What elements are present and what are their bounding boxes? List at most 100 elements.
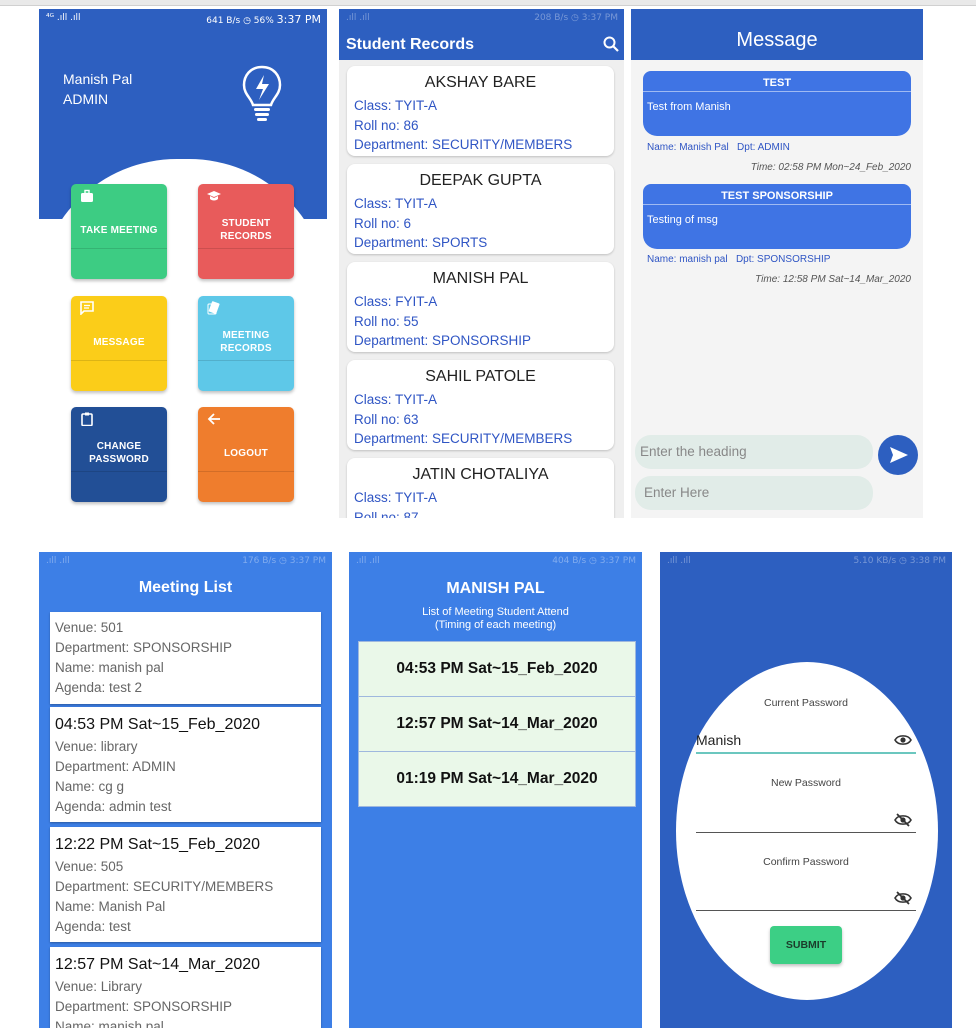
student-name: DEEPAK GUPTA [419,172,542,189]
meeting-department: Department: SPONSORSHIP [55,999,233,1014]
tile-label: MESSAGE [93,337,145,348]
meeting-timing[interactable]: 12:57 PM Sat~14_Mar_2020 [358,696,636,752]
subtitle-line: List of Meeting Student Attend [422,606,569,618]
student-card[interactable]: DEEPAK GUPTA Class: TYIT-A Roll no: 6 De… [347,164,614,254]
meeting-card[interactable]: 12:22 PM Sat~15_Feb_2020 Venue: 505 Depa… [50,827,321,942]
clock: 3:38 PM [909,556,946,566]
student-class: Class: TYIT-A [354,98,438,113]
chat-icon [80,301,94,315]
status-bar: .ıll .ıll 404 B/s ◷ 3:37 PM [349,552,642,570]
student-records-screen: .ıll .ıll 208 B/s ◷ 3:37 PM Student Reco… [339,9,624,518]
message-heading: TEST [762,77,792,89]
message-button[interactable]: MESSAGE [71,296,167,391]
change-password-button[interactable]: CHANGE PASSWORD [71,407,167,502]
signal-indicator: .ıll .ıll [346,13,370,23]
meeting-card[interactable]: Venue: 501 Department: SPONSORSHIP Name:… [50,612,321,704]
graduation-cap-icon [207,191,221,201]
student-card[interactable]: AKSHAY BARE Class: TYIT-A Roll no: 86 De… [347,66,614,156]
eye-off-icon[interactable] [894,813,912,827]
meeting-records-button[interactable]: MEETING RECORDS [198,296,294,391]
signal-indicator: .ıll .ıll [667,556,691,566]
timing-label: 12:57 PM Sat~14_Mar_2020 [396,715,598,732]
status-right: 641 B/s ◷ 56% 3:37 PM [206,13,321,26]
meeting-time: 12:57 PM Sat~14_Mar_2020 [55,956,261,973]
message-sender: Name: manish pal [647,254,728,265]
tile-label: CHANGE PASSWORD [89,441,149,465]
signal-indicator: ⁴ᴳ .ıll .ıll [46,13,81,23]
briefcase-icon [81,189,93,202]
tile-label: MEETING RECORDS [220,330,272,354]
student-department: Department: SPONSORSHIP [354,333,532,348]
confirm-password-field[interactable] [696,886,916,911]
heading-input[interactable]: Enter the heading [635,435,873,469]
signal-indicator: .ıll .ıll [356,556,380,566]
message-bubble: TEST Test from Manish [643,71,911,136]
clock: 3:37 PM [276,13,321,26]
dashboard-screen: ⁴ᴳ .ıll .ıll 641 B/s ◷ 56% 3:37 PM Manis… [39,9,327,518]
student-roll: Roll no: 87 [354,510,419,518]
meeting-time: 12:22 PM Sat~15_Feb_2020 [55,836,261,853]
meeting-timing[interactable]: 01:19 PM Sat~14_Mar_2020 [358,751,636,807]
network-speed: 404 B/s [552,556,587,566]
meeting-list-screen: .ıll .ıll 176 B/s ◷ 3:37 PM Meeting List… [39,552,332,1028]
meeting-department: Department: SECURITY/MEMBERS [55,879,274,894]
signal-indicator: .ıll .ıll [46,556,70,566]
search-icon[interactable] [603,36,619,52]
status-right: 5.10 KB/s ◷ 3:38 PM [853,556,946,566]
clock: 3:37 PM [289,556,326,566]
submit-button[interactable]: SUBMIT [770,926,842,964]
message-input[interactable]: Enter Here [635,476,873,510]
message-body: Test from Manish [647,101,731,113]
send-icon [890,447,908,463]
send-button[interactable] [878,435,918,475]
student-name: MANISH PAL [432,270,529,287]
message-sender: Name: Manish Pal [647,142,729,153]
student-name: AKSHAY BARE [424,74,537,91]
current-password-value: Manish [696,732,742,748]
tile-divider [71,360,167,361]
status-right: 404 B/s ◷ 3:37 PM [552,556,636,566]
message-placeholder: Enter Here [644,485,710,500]
logout-button[interactable]: LOGOUT [198,407,294,502]
clock: 3:37 PM [581,13,618,23]
confirm-password-label: Confirm Password [763,856,849,868]
meeting-name: Name: Manish Pal [55,899,166,914]
tile-label: LOGOUT [224,448,268,459]
student-roll: Roll no: 63 [354,412,419,427]
student-card[interactable]: MANISH PAL Class: FYIT-A Roll no: 55 Dep… [347,262,614,352]
student-class: Class: FYIT-A [354,294,438,309]
current-password-field[interactable]: Manish [696,728,916,754]
take-meeting-button[interactable]: TAKE MEETING [71,184,167,279]
eye-off-icon[interactable] [894,891,912,905]
student-department: Department: SECURITY/MEMBERS [354,431,573,446]
tile-divider [71,471,167,472]
meeting-card[interactable]: 04:53 PM Sat~15_Feb_2020 Venue: library … [50,707,321,822]
message-screen: Message TEST Test from Manish Name: Mani… [631,9,923,518]
meeting-card[interactable]: 12:57 PM Sat~14_Mar_2020 Venue: Library … [50,947,321,1028]
message-time: Time: 12:58 PM Sat~14_Mar_2020 [755,274,911,285]
student-card[interactable]: SAHIL PATOLE Class: TYIT-A Roll no: 63 D… [347,360,614,450]
status-bar: .ıll .ıll 208 B/s ◷ 3:37 PM [339,9,624,27]
new-password-field[interactable] [696,808,916,833]
message-bubble: TEST SPONSORSHIP Testing of msg [643,184,911,249]
student-class: Class: TYIT-A [354,490,438,505]
eye-icon[interactable] [894,733,912,747]
network-speed: 208 B/s [534,13,569,23]
arrow-left-icon [207,413,220,425]
meeting-timing[interactable]: 04:53 PM Sat~15_Feb_2020 [358,641,636,697]
message-dept: Dpt: ADMIN [737,142,790,153]
tile-label: STUDENT RECORDS [220,218,272,242]
student-card[interactable]: JATIN CHOTALIYA Class: TYIT-A Roll no: 8… [347,458,614,518]
meeting-department: Department: ADMIN [55,759,176,774]
timing-label: 04:53 PM Sat~15_Feb_2020 [396,660,598,677]
tile-label: TAKE MEETING [80,225,158,236]
meeting-agenda: Agenda: test 2 [55,680,143,695]
subtitle-line: (Timing of each meeting) [434,619,557,631]
user-info: Manish Pal ADMIN [63,69,132,109]
current-password-label: Current Password [763,697,849,709]
student-records-button[interactable]: STUDENT RECORDS [198,184,294,279]
page-title: Message [736,29,818,51]
tile-divider [71,248,167,249]
status-right: 176 B/s ◷ 3:37 PM [242,556,326,566]
status-bar: .ıll .ıll 5.10 KB/s ◷ 3:38 PM [660,552,952,570]
